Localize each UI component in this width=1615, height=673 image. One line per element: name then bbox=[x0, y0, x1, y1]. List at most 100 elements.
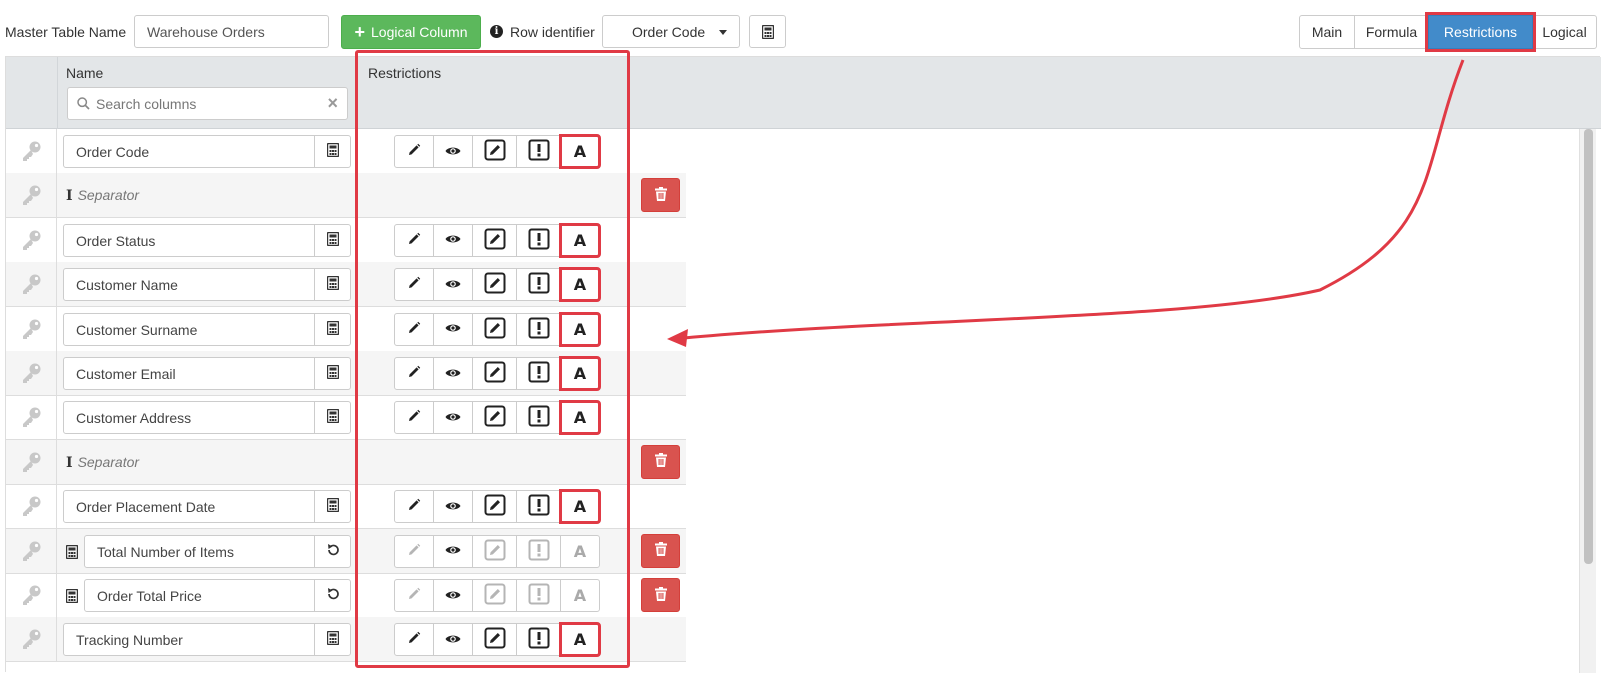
delete-button[interactable] bbox=[641, 444, 680, 479]
restriction-required-button[interactable] bbox=[516, 401, 561, 435]
restriction-required-button[interactable] bbox=[516, 490, 561, 524]
restriction-editable-button[interactable] bbox=[394, 268, 434, 302]
restriction-required-button[interactable] bbox=[516, 135, 561, 168]
column-name-input[interactable]: Customer Email bbox=[63, 357, 315, 390]
formula-button[interactable] bbox=[314, 268, 351, 302]
restriction-required-button[interactable] bbox=[516, 268, 561, 302]
column-name-input[interactable]: Order Total Price bbox=[84, 579, 316, 612]
edit-square-icon bbox=[484, 361, 506, 386]
formula-button[interactable] bbox=[314, 357, 351, 390]
pencil-icon bbox=[407, 365, 421, 382]
restriction-font-button[interactable]: A bbox=[559, 622, 601, 658]
vertical-scrollbar[interactable] bbox=[1579, 129, 1596, 673]
eye-icon bbox=[445, 277, 461, 293]
clear-search-icon[interactable]: × bbox=[327, 93, 338, 114]
restriction-font-button[interactable]: A bbox=[560, 579, 600, 612]
scrollbar-thumb[interactable] bbox=[1584, 129, 1593, 564]
restriction-editable-button[interactable] bbox=[394, 490, 434, 524]
restriction-edit-permission-button[interactable] bbox=[472, 223, 517, 257]
tab-restrictions[interactable]: Restrictions bbox=[1425, 12, 1536, 52]
restriction-visible-button[interactable] bbox=[433, 490, 473, 524]
restriction-font-button[interactable]: A bbox=[559, 489, 601, 525]
restriction-edit-permission-button[interactable] bbox=[472, 623, 517, 657]
restriction-edit-permission-button[interactable] bbox=[472, 135, 517, 168]
formula-button[interactable] bbox=[314, 223, 351, 257]
column-name-input[interactable]: Tracking Number bbox=[63, 623, 315, 657]
formula-button[interactable] bbox=[314, 623, 351, 657]
restriction-visible-button[interactable] bbox=[433, 579, 473, 612]
restriction-required-button[interactable] bbox=[516, 312, 561, 346]
restriction-edit-permission-button[interactable] bbox=[472, 268, 517, 302]
restriction-font-button[interactable]: A bbox=[559, 267, 601, 303]
add-logical-column-button[interactable]: + Logical Column bbox=[341, 15, 481, 49]
restriction-editable-button[interactable] bbox=[394, 579, 434, 612]
tab-logical[interactable]: Logical bbox=[1532, 15, 1597, 49]
restriction-edit-permission-button[interactable] bbox=[472, 534, 517, 568]
column-name-input[interactable]: Order Status bbox=[63, 223, 315, 257]
restriction-editable-button[interactable] bbox=[394, 135, 434, 168]
restriction-visible-button[interactable] bbox=[433, 223, 473, 257]
table-row: Total Number of Items A bbox=[6, 528, 686, 574]
restriction-visible-button[interactable] bbox=[433, 534, 473, 568]
calculator-icon bbox=[326, 142, 339, 160]
restriction-visible-button[interactable] bbox=[433, 135, 473, 168]
restriction-edit-permission-button[interactable] bbox=[472, 401, 517, 435]
restriction-editable-button[interactable] bbox=[394, 223, 434, 257]
row-identifier-select[interactable]: Order Code bbox=[602, 15, 740, 48]
master-table-name-input[interactable]: Warehouse Orders bbox=[134, 15, 329, 48]
column-name-input[interactable]: Order Placement Date bbox=[63, 490, 315, 524]
restriction-required-button[interactable] bbox=[516, 223, 561, 257]
key-cell bbox=[6, 573, 57, 618]
restriction-edit-permission-button[interactable] bbox=[472, 490, 517, 524]
plus-icon: + bbox=[354, 22, 365, 42]
search-columns-input[interactable]: Search columns × bbox=[67, 87, 348, 120]
formula-button[interactable] bbox=[314, 401, 351, 435]
restriction-edit-permission-button[interactable] bbox=[472, 357, 517, 390]
restriction-edit-permission-button[interactable] bbox=[472, 312, 517, 346]
restriction-required-button[interactable] bbox=[516, 623, 561, 657]
formula-button[interactable] bbox=[314, 135, 351, 168]
restriction-font-button[interactable]: A bbox=[559, 400, 601, 436]
column-name-input[interactable]: Customer Surname bbox=[63, 312, 315, 346]
pencil-icon bbox=[407, 543, 421, 560]
delete-button[interactable] bbox=[641, 578, 680, 612]
reset-formula-button[interactable] bbox=[314, 534, 351, 568]
restriction-editable-button[interactable] bbox=[394, 623, 434, 657]
key-cell bbox=[6, 306, 57, 352]
column-name-input[interactable]: Order Code bbox=[63, 135, 315, 168]
font-icon: A bbox=[573, 541, 587, 561]
restriction-required-button[interactable] bbox=[516, 579, 561, 612]
restriction-editable-button[interactable] bbox=[394, 357, 434, 390]
calculator-button[interactable] bbox=[749, 15, 786, 48]
formula-button[interactable] bbox=[314, 490, 351, 524]
edit-square-icon bbox=[484, 627, 506, 652]
restriction-editable-button[interactable] bbox=[394, 534, 434, 568]
restriction-required-button[interactable] bbox=[516, 357, 561, 390]
restriction-font-button[interactable]: A bbox=[559, 134, 601, 169]
restriction-font-button[interactable]: A bbox=[559, 222, 601, 258]
restriction-font-button[interactable]: A bbox=[559, 311, 601, 347]
restriction-font-button[interactable]: A bbox=[559, 356, 601, 391]
restriction-visible-button[interactable] bbox=[433, 268, 473, 302]
formula-button[interactable] bbox=[314, 312, 351, 346]
reset-formula-button[interactable] bbox=[314, 579, 351, 612]
exclamation-square-icon bbox=[528, 272, 550, 297]
restriction-font-button[interactable]: A bbox=[560, 534, 600, 568]
restriction-visible-button[interactable] bbox=[433, 401, 473, 435]
tab-main[interactable]: Main bbox=[1299, 15, 1355, 49]
tab-formula[interactable]: Formula bbox=[1354, 15, 1429, 49]
restriction-visible-button[interactable] bbox=[433, 312, 473, 346]
column-name-input[interactable]: Customer Address bbox=[63, 401, 315, 435]
column-name-input[interactable]: Customer Name bbox=[63, 268, 315, 302]
restriction-edit-permission-button[interactable] bbox=[472, 579, 517, 612]
delete-button[interactable] bbox=[641, 178, 680, 213]
delete-button[interactable] bbox=[641, 533, 680, 568]
table-row: Customer Address A bbox=[6, 395, 686, 441]
table-row: Order Total Price A bbox=[6, 573, 686, 618]
restriction-visible-button[interactable] bbox=[433, 357, 473, 390]
column-name-input[interactable]: Total Number of Items bbox=[84, 534, 316, 568]
restriction-required-button[interactable] bbox=[516, 534, 561, 568]
restriction-editable-button[interactable] bbox=[394, 312, 434, 346]
restriction-editable-button[interactable] bbox=[394, 401, 434, 435]
restriction-visible-button[interactable] bbox=[433, 623, 473, 657]
